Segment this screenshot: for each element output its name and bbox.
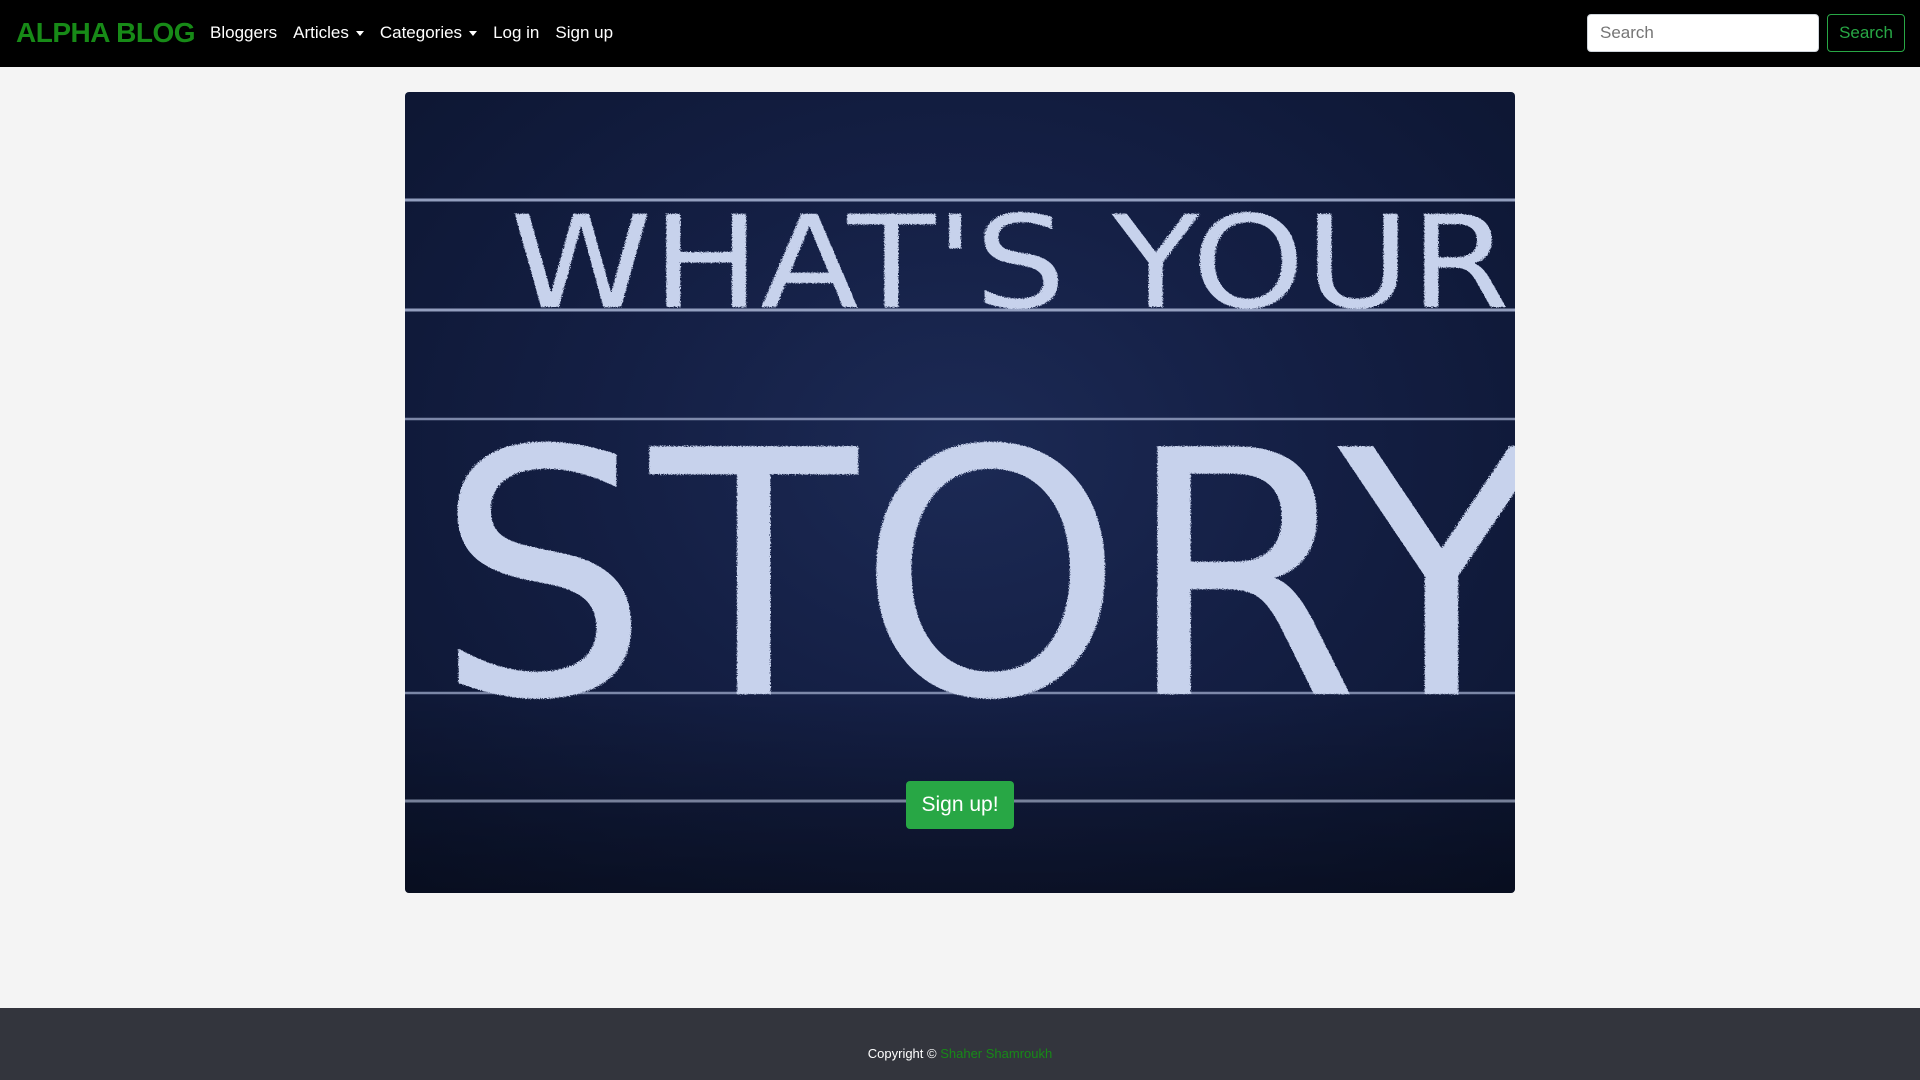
nav-link-signup[interactable]: Sign up [555, 21, 613, 45]
nav-dropdown-categories-label: Categories [379, 23, 463, 42]
top-navbar: ALPHA BLOG Bloggers Articles Categories … [0, 0, 1920, 67]
chalk-lettering: WHAT'S YOUR STORY [435, 189, 1515, 775]
search-button[interactable]: Search [1827, 14, 1905, 52]
nav-dropdown-articles-label: Articles [293, 23, 349, 42]
nav-dropdown-articles[interactable]: Articles [293, 21, 364, 45]
footer-copyright: Copyright © Shaher Shamroukh [0, 1046, 1920, 1062]
search-input[interactable] [1587, 14, 1819, 52]
nav-link-signup-label: Sign up [555, 23, 614, 42]
copyright-label: Copyright © [867, 1046, 937, 1061]
hero-signup-button[interactable]: Sign up! [906, 781, 1014, 829]
chalk-text-line1: WHAT'S YOUR [510, 189, 1510, 338]
nav-link-bloggers-label: Bloggers [210, 23, 278, 42]
hero-jumbotron: WHAT'S YOUR STORY Sign up! [405, 92, 1515, 893]
chalkboard-image: WHAT'S YOUR STORY [405, 189, 1515, 893]
nav-link-login[interactable]: Log in [493, 21, 539, 45]
nav-links: Bloggers Articles Categories Log in Sign… [210, 21, 629, 45]
caret-down-icon [355, 30, 364, 36]
footer: Copyright © Shaher Shamroukh [0, 1008, 1920, 1080]
brand-logo-link[interactable]: ALPHA BLOG [16, 17, 196, 49]
footer-author-link[interactable]: Shaher Shamroukh [940, 1046, 1052, 1061]
caret-down-icon [469, 30, 478, 36]
nav-link-bloggers[interactable]: Bloggers [210, 21, 277, 45]
nav-link-login-label: Log in [493, 23, 540, 42]
nav-dropdown-categories[interactable]: Categories [379, 21, 478, 45]
